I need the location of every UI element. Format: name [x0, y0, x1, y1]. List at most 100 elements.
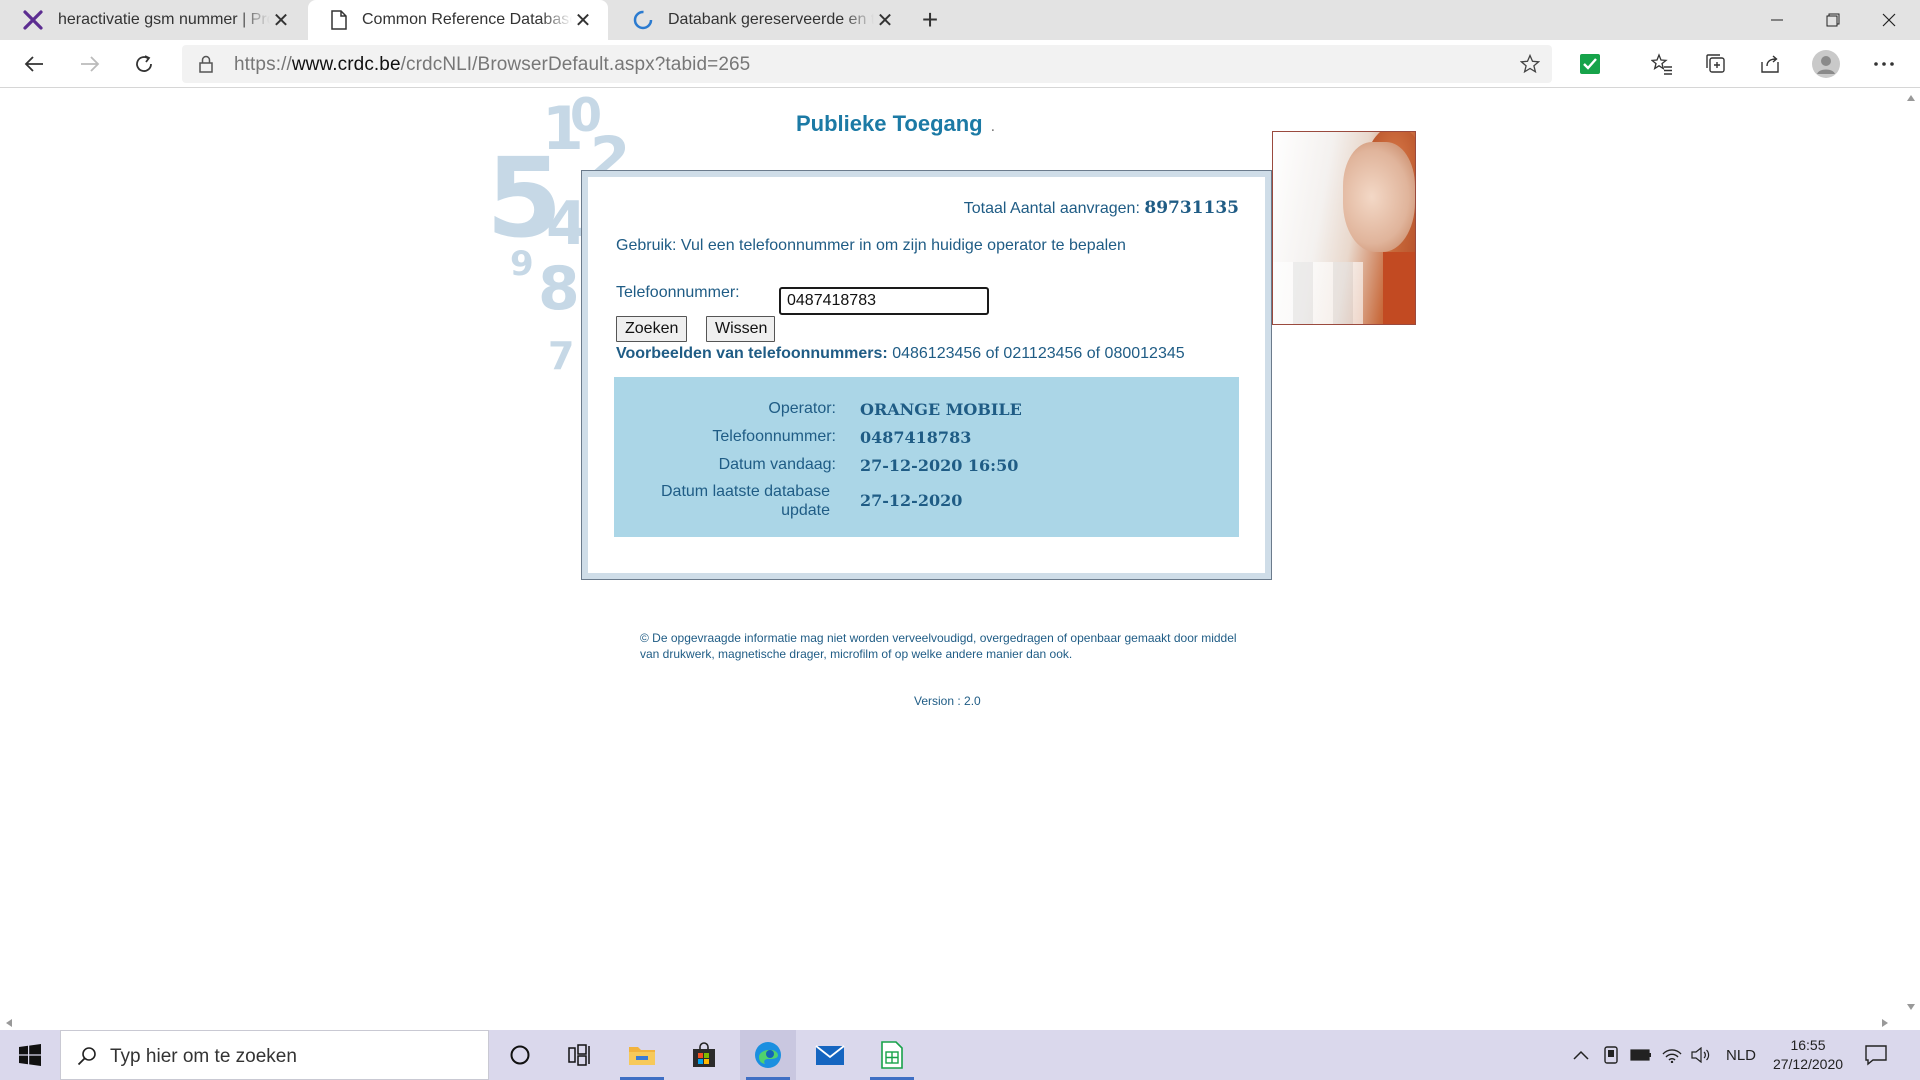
date-today-label: Datum vandaag:: [718, 456, 836, 473]
page-icon: [331, 10, 347, 30]
horizontal-scrollbar[interactable]: [0, 1016, 1902, 1030]
task-view-icon: [568, 1044, 590, 1066]
notification-center-icon[interactable]: [1864, 1044, 1888, 1066]
url-path: /crdcNLI/BrowserDefault.aspx?tabid=265: [400, 54, 751, 75]
clock[interactable]: 16:55 27/12/2020: [1764, 1036, 1852, 1074]
file-explorer-button[interactable]: [614, 1030, 670, 1080]
folder-icon: [629, 1047, 655, 1065]
operator-value: ORANGE MOBILE: [860, 400, 1022, 419]
back-arrow-icon: [24, 56, 43, 72]
edge-browser-button[interactable]: [740, 1030, 796, 1080]
tab-title: Databank gereserveerde en toegekende: [668, 11, 874, 28]
scroll-left-icon[interactable]: [6, 1019, 12, 1027]
minimize-icon: [1771, 19, 1783, 21]
tray-overflow-button[interactable]: [1570, 1045, 1592, 1065]
vertical-scrollbar[interactable]: [1902, 89, 1920, 1016]
back-button[interactable]: [14, 44, 54, 84]
minimize-button[interactable]: [1749, 0, 1805, 40]
clear-button[interactable]: Wissen: [706, 316, 775, 342]
new-tab-button[interactable]: +: [910, 0, 950, 40]
phone-number-label: Telefoonnummer:: [616, 284, 740, 301]
last-update-value: 27-12-2020: [860, 491, 963, 510]
refresh-button[interactable]: [124, 44, 164, 84]
url-text[interactable]: https://www.crdc.be/crdcNLI/BrowserDefau…: [234, 54, 750, 76]
lookup-panel-inner: Totaal Aantal aanvragen: 89731135 Gebrui…: [588, 177, 1265, 573]
extension-button[interactable]: [1570, 44, 1610, 84]
windows-taskbar: Typ hier om te zoeken NLD 16:55 27/12/20…: [0, 1030, 1920, 1080]
result-box: Operator: ORANGE MOBILE Telefoonnummer: …: [614, 377, 1239, 537]
collections-button[interactable]: [1696, 44, 1736, 84]
tab-proximus[interactable]: heractivatie gsm nummer | Proximus ✕: [0, 0, 306, 40]
refresh-icon: [136, 55, 152, 72]
forward-button[interactable]: [70, 44, 110, 84]
spreadsheet-button[interactable]: [864, 1030, 920, 1080]
tray-device-button[interactable]: [1600, 1045, 1622, 1065]
tab-databank[interactable]: Databank gereserveerde en toegekende ✕: [610, 0, 910, 40]
web-page: 1 0 2 5 4 9 8 7 Publieke Toegang. Totaal…: [0, 88, 1902, 1016]
cortana-button[interactable]: [492, 1030, 548, 1080]
usage-instructions: Gebruik: Vul een telefoonnummer in om zi…: [616, 237, 1126, 254]
url-scheme: https://: [234, 54, 292, 75]
store-button[interactable]: [676, 1030, 732, 1080]
favorite-star-icon[interactable]: [1520, 54, 1540, 74]
example-numbers-value: 0486123456 of 021123456 of 080012345: [892, 345, 1185, 362]
restore-icon: [1826, 13, 1840, 27]
taskbar-search-placeholder: Typ hier om te zoeken: [110, 1046, 297, 1067]
page-title: Publieke Toegang.: [796, 111, 995, 137]
avatar-icon: [1812, 50, 1840, 78]
scroll-up-icon[interactable]: [1907, 95, 1915, 101]
cortana-circle-icon: [510, 1045, 530, 1065]
mail-button[interactable]: [802, 1030, 858, 1080]
settings-menu-button[interactable]: [1864, 44, 1904, 84]
forward-arrow-icon: [81, 56, 100, 72]
search-button[interactable]: Zoeken: [616, 316, 687, 342]
close-tab-icon[interactable]: ✕: [270, 9, 292, 32]
last-update-label: Datum laatste database update: [661, 483, 830, 519]
tray-volume-button[interactable]: [1690, 1045, 1712, 1065]
checkmark-extension-icon: [1580, 54, 1600, 74]
woman-photo: [1272, 131, 1416, 325]
clock-date: 27/12/2020: [1772, 1056, 1844, 1072]
wifi-icon: [1662, 1049, 1682, 1063]
share-icon: [1761, 55, 1779, 73]
search-icon: [77, 1047, 96, 1066]
close-tab-icon[interactable]: ✕: [874, 9, 896, 32]
date-today-value: 27-12-2020 16:50: [860, 456, 1019, 475]
tray-battery-button[interactable]: [1630, 1045, 1652, 1065]
scroll-right-icon[interactable]: [1882, 1019, 1888, 1027]
lookup-panel: Totaal Aantal aanvragen: 89731135 Gebrui…: [581, 170, 1272, 580]
store-bag-icon: [693, 1042, 715, 1067]
tab-crdc[interactable]: Common Reference Database Central ✕: [308, 0, 608, 40]
battery-icon: [1630, 1049, 1651, 1061]
scroll-down-icon[interactable]: [1907, 1004, 1915, 1010]
restore-button[interactable]: [1805, 0, 1861, 40]
close-icon: [1882, 13, 1896, 27]
taskbar-search-box[interactable]: Typ hier om te zoeken: [60, 1030, 489, 1080]
result-phone-label: Telefoonnummer:: [712, 428, 836, 445]
close-window-button[interactable]: [1861, 0, 1917, 40]
example-numbers: Voorbeelden van telefoonnummers: 0486123…: [616, 345, 1185, 363]
input-language[interactable]: NLD: [1726, 1047, 1756, 1064]
close-tab-icon[interactable]: ✕: [572, 9, 594, 32]
lock-icon[interactable]: [196, 54, 216, 74]
tab-title: Common Reference Database Central: [362, 11, 572, 28]
profile-button[interactable]: [1806, 44, 1846, 84]
phone-number-input[interactable]: [779, 287, 989, 315]
start-button[interactable]: [0, 1030, 60, 1080]
operator-label: Operator:: [768, 400, 836, 417]
proximus-logo-icon: [23, 10, 43, 30]
task-view-button[interactable]: [552, 1030, 608, 1080]
total-requests-value: 89731135: [1144, 198, 1239, 218]
tray-wifi-button[interactable]: [1661, 1045, 1683, 1065]
address-bar[interactable]: https://www.crdc.be/crdcNLI/BrowserDefau…: [182, 45, 1552, 83]
page-title-text: Publieke Toegang: [796, 111, 983, 136]
loading-icon: [633, 10, 653, 30]
share-button[interactable]: [1750, 44, 1790, 84]
edge-icon: [755, 1042, 781, 1068]
copyright-notice: © De opgevraagde informatie mag niet wor…: [640, 631, 1237, 661]
title-dot: .: [990, 118, 996, 135]
collections-icon: [1706, 54, 1725, 73]
chevron-up-icon: [1573, 1050, 1589, 1060]
example-numbers-label: Voorbeelden van telefoonnummers:: [616, 345, 888, 362]
favorites-button[interactable]: [1642, 44, 1682, 84]
